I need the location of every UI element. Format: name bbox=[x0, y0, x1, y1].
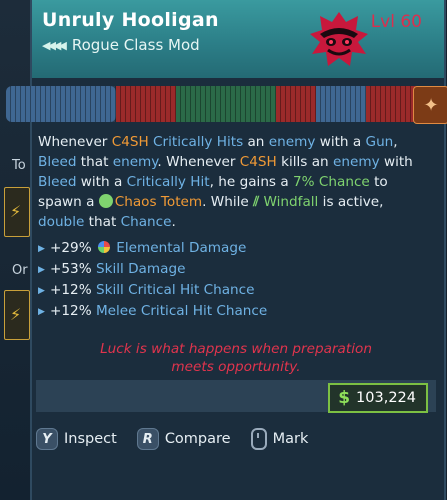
keyword-bleed: Bleed bbox=[38, 174, 77, 190]
elemental-wheel-icon bbox=[97, 241, 110, 253]
flavor-line: meets opportunity. bbox=[171, 359, 301, 375]
stat-value: +12% bbox=[50, 303, 92, 319]
mark-label: Mark bbox=[272, 431, 309, 447]
stat-value: +29% bbox=[50, 240, 92, 256]
keyword-chaos-totem: Chaos Totem bbox=[114, 194, 203, 210]
windfall-icon: ⫽ bbox=[253, 194, 260, 210]
item-header: Unruly Hooligan ◀◀◀◀ Rogue Class Mod Lvl… bbox=[32, 0, 444, 78]
keyword-chance-percent: 7% Chance bbox=[293, 174, 370, 190]
description-text: . While bbox=[202, 194, 254, 210]
compare-label: Compare bbox=[164, 431, 231, 447]
description-text: that bbox=[84, 214, 121, 230]
stat-name: Melee Critical Hit Chance bbox=[95, 303, 268, 319]
item-card: Unruly Hooligan ◀◀◀◀ Rogue Class Mod Lvl… bbox=[6, 0, 447, 500]
fire-spark-icon: ✦ bbox=[423, 94, 439, 116]
background-label: Or bbox=[12, 263, 28, 278]
background-item-tile: ⚡ bbox=[4, 187, 30, 237]
stat-row: ▶ +12% Melee Critical Hit Chance bbox=[38, 303, 434, 324]
description-text: an bbox=[243, 134, 269, 150]
keyword-enemy: enemy bbox=[268, 134, 316, 150]
bullet-triangle-icon: ▶ bbox=[38, 265, 45, 275]
flavor-text: Luck is what happens when preparation me… bbox=[38, 340, 434, 376]
description-text: , he gains a bbox=[209, 174, 293, 190]
keyword-gun: Gun bbox=[365, 134, 394, 150]
stat-row: ▶ +53% Skill Damage bbox=[38, 261, 434, 282]
background-tile-icon: ⚡ bbox=[10, 202, 22, 221]
keyword-enemy: enemy bbox=[112, 154, 158, 170]
currency-symbol: $ bbox=[338, 388, 351, 408]
bullet-triangle-icon: ▶ bbox=[38, 244, 45, 254]
keyword-critically-hits: Critically Hits bbox=[153, 134, 244, 150]
skull-icon bbox=[98, 194, 113, 208]
class-mod-chevrons-icon: ◀◀◀◀ bbox=[42, 38, 67, 52]
item-level: Lvl 60 bbox=[370, 12, 422, 32]
keyword-c4sh: C4SH bbox=[111, 134, 149, 150]
description-text: Whenever bbox=[38, 134, 112, 150]
background-tile-icon: ⚡ bbox=[10, 305, 22, 324]
keyword-bleed: Bleed bbox=[38, 154, 77, 170]
fire-spark-button[interactable]: ✦ bbox=[413, 86, 447, 124]
stat-name: Skill Critical Hit Chance bbox=[95, 282, 255, 298]
description-text: that bbox=[76, 154, 113, 170]
hooligan-mask-emblem-icon bbox=[310, 12, 368, 66]
price-amount: 103,224 bbox=[356, 390, 416, 406]
keyword-enemy: enemy bbox=[332, 154, 380, 170]
background-item-tile: ⚡ bbox=[4, 290, 30, 340]
flavor-line: Luck is what happens when preparation bbox=[100, 341, 372, 357]
keyword-windfall: Windfall bbox=[263, 194, 319, 210]
item-description: Whenever C4SH Critically Hits an enemy w… bbox=[38, 132, 434, 232]
price-bar: $ 103,224 bbox=[36, 380, 436, 413]
description-text: is active, bbox=[318, 194, 384, 210]
background-label: To bbox=[12, 158, 26, 173]
description-text: , bbox=[393, 134, 398, 150]
background-inventory-column: ⚡ To ⚡ Or bbox=[0, 0, 30, 500]
inspect-button[interactable]: Y Inspect bbox=[36, 428, 117, 450]
stat-value: +12% bbox=[50, 282, 92, 298]
action-bar: Y Inspect R Compare Mark bbox=[36, 428, 328, 450]
stat-name: Elemental Damage bbox=[116, 240, 247, 256]
key-r-icon: R bbox=[136, 428, 159, 450]
compare-button[interactable]: R Compare bbox=[136, 428, 231, 450]
keyword-c4sh: C4SH bbox=[239, 154, 277, 170]
keyword-critically-hit: Critically Hit bbox=[126, 174, 210, 190]
stat-value: +53% bbox=[50, 261, 92, 277]
description-text: with a bbox=[315, 134, 366, 150]
item-type-row: ◀◀◀◀ Rogue Class Mod bbox=[42, 36, 200, 54]
mouse-icon bbox=[250, 428, 267, 450]
description-text: with a bbox=[76, 174, 127, 190]
description-text: . Whenever bbox=[157, 154, 240, 170]
description-text: . bbox=[171, 214, 176, 230]
mark-button[interactable]: Mark bbox=[250, 428, 309, 450]
bullet-triangle-icon: ▶ bbox=[38, 286, 45, 296]
stat-list: ▶ +29% Elemental Damage ▶ +53% Skill Dam… bbox=[38, 240, 434, 324]
stat-row: ▶ +29% Elemental Damage bbox=[38, 240, 434, 261]
stat-row: ▶ +12% Skill Critical Hit Chance bbox=[38, 282, 434, 303]
keyword-chance: Chance bbox=[120, 214, 172, 230]
key-y-icon: Y bbox=[36, 428, 58, 450]
item-name: Unruly Hooligan bbox=[42, 9, 219, 31]
price-tag: $ 103,224 bbox=[328, 383, 428, 413]
bullet-triangle-icon: ▶ bbox=[38, 307, 45, 317]
description-text: kills an bbox=[276, 154, 333, 170]
keyword-double: double bbox=[38, 214, 85, 230]
item-type: Rogue Class Mod bbox=[71, 36, 200, 54]
stat-name: Skill Damage bbox=[95, 261, 186, 277]
inspect-label: Inspect bbox=[64, 431, 117, 447]
rarity-color-bar bbox=[6, 86, 446, 122]
description-text: with bbox=[379, 154, 413, 170]
